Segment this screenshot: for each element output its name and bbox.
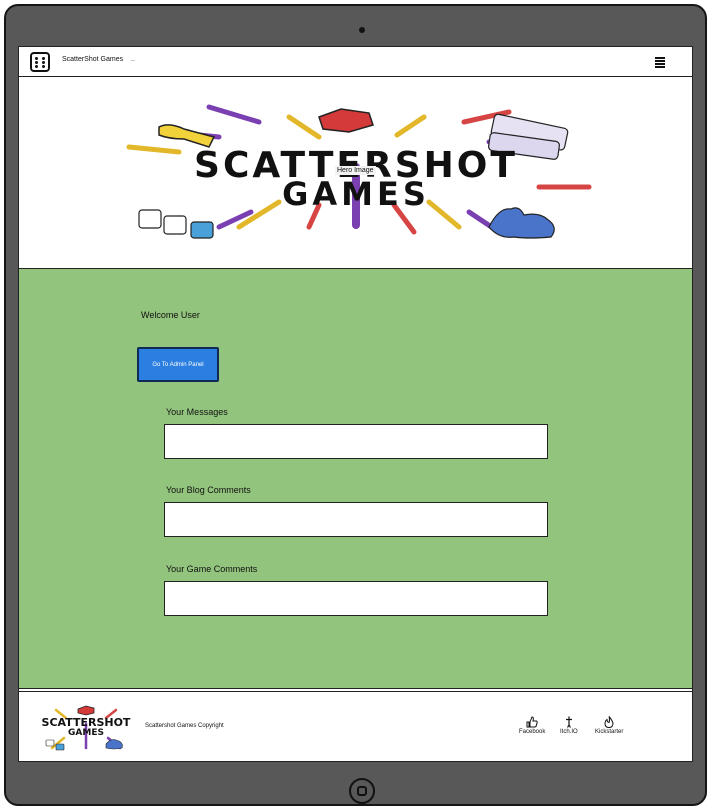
game-comments-box[interactable] [164, 581, 548, 616]
admin-panel-button[interactable]: Go To Admin Panel [137, 347, 219, 382]
sword-icon [565, 716, 572, 728]
social-link-facebook[interactable]: Facebook [519, 716, 545, 735]
messages-box[interactable] [164, 424, 548, 459]
social-label-itchio: Itch.IO [560, 729, 578, 735]
navbar: ScatterShot Games .. [19, 47, 692, 77]
footer-logo[interactable]: SCATTERSHOT GAMES [36, 704, 136, 754]
home-button[interactable] [349, 778, 375, 804]
welcome-text: Welcome User [141, 310, 200, 320]
social-link-kickstarter[interactable]: Kickstarter [595, 716, 623, 735]
screen: ScatterShot Games .. GAMES Hero Image We… [18, 46, 693, 762]
main-content: Welcome User Go To Admin Panel Your Mess… [19, 269, 692, 689]
social-label-kickstarter: Kickstarter [595, 729, 624, 735]
footer: SCATTERSHOT GAMES Scattershot Games Copy… [19, 691, 692, 761]
hero-logo-line2: GAMES [282, 175, 430, 213]
blog-comments-box[interactable] [164, 502, 548, 537]
hamburger-menu-icon[interactable] [655, 57, 665, 68]
camera-icon [359, 27, 365, 33]
dice-icon[interactable] [30, 52, 50, 72]
hero-image-label: Hero Image [335, 166, 376, 175]
game-comments-label: Your Game Comments [166, 564, 258, 574]
home-square-icon [357, 786, 367, 796]
footer-logo-line2: GAMES [68, 728, 104, 738]
hero-image: SCATTERSHOT GAMES Hero Image [19, 77, 692, 269]
thumbs-up-icon [526, 716, 538, 728]
brand-extra: .. [131, 56, 135, 63]
social-label-facebook: Facebook [519, 729, 546, 735]
social-link-itchio[interactable]: Itch.IO [560, 716, 578, 735]
messages-label: Your Messages [166, 407, 228, 417]
brand-name[interactable]: ScatterShot Games [62, 56, 123, 63]
copyright-text: Scattershot Games Copyright [145, 723, 224, 729]
flame-icon [604, 716, 614, 728]
blog-comments-label: Your Blog Comments [166, 485, 251, 495]
